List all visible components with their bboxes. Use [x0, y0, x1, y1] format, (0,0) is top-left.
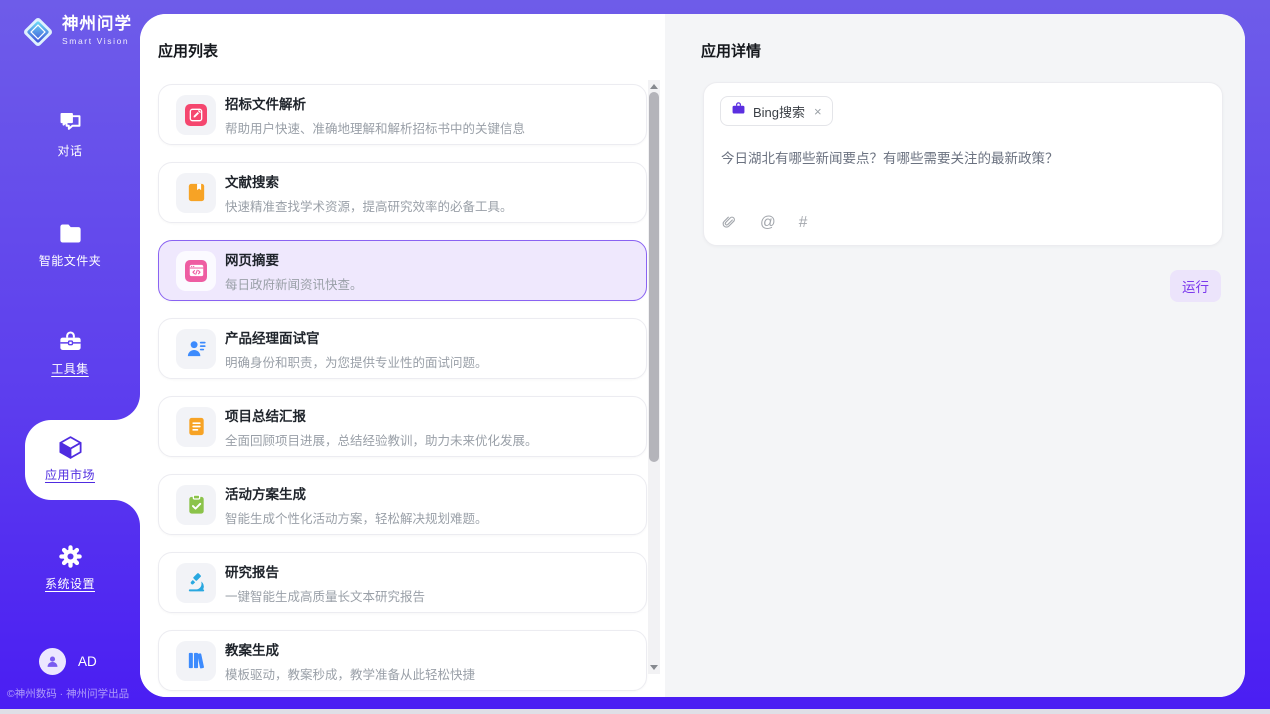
app-card-项目总结汇报[interactable]: 项目总结汇报全面回顾项目进展，总结经验教训，助力未来优化发展。: [158, 396, 647, 457]
app-card-文献搜索[interactable]: 文献搜索快速精准查找学术资源，提高研究效率的必备工具。: [158, 162, 647, 223]
sidebar-item-对话[interactable]: 对话: [0, 110, 140, 160]
sidebar-item-label: 系统设置: [45, 575, 95, 592]
sidebar-item-智能文件夹[interactable]: 智能文件夹: [0, 220, 140, 270]
app-card-description: 一键智能生成高质量长文本研究报告: [225, 586, 425, 605]
query-input[interactable]: 今日湖北有哪些新闻要点？有哪些需要关注的最新政策？: [721, 147, 1206, 167]
app-card-list: 招标文件解析帮助用户快速、准确地理解和解析招标书中的关键信息文献搜索快速精准查找…: [158, 84, 647, 697]
folder-icon: [57, 220, 84, 247]
app-card-title: 研究报告: [225, 561, 425, 581]
app-card-研究报告[interactable]: 研究报告一键智能生成高质量长文本研究报告: [158, 552, 647, 613]
note-icon: [176, 407, 216, 447]
app-card-description: 每日政府新闻资讯快查。: [225, 274, 363, 293]
user-badge[interactable]: AD: [39, 648, 97, 675]
user-initials: AD: [78, 654, 97, 669]
app-card-网页摘要[interactable]: 网页摘要每日政府新闻资讯快查。: [158, 240, 647, 301]
run-button[interactable]: 运行: [1170, 270, 1221, 302]
gear-icon: [57, 543, 84, 570]
app-card-description: 明确身份和职责，为您提供专业性的面试问题。: [225, 352, 488, 371]
app-card-title: 教案生成: [225, 639, 475, 659]
tag-close-icon[interactable]: ×: [814, 105, 822, 118]
app-card-活动方案生成[interactable]: 活动方案生成智能生成个性化活动方案，轻松解决规划难题。: [158, 474, 647, 535]
doc-edit-icon: [176, 95, 216, 135]
app-card-产品经理面试官[interactable]: 产品经理面试官明确身份和职责，为您提供专业性的面试问题。: [158, 318, 647, 379]
browser-code-icon: [176, 251, 216, 291]
list-scrollbar[interactable]: [648, 80, 660, 674]
book-icon: [176, 173, 216, 213]
scroll-up-icon[interactable]: [650, 84, 658, 89]
bottom-edge-strip: [0, 709, 1270, 714]
app-card-description: 智能生成个性化活动方案，轻松解决规划难题。: [225, 508, 488, 527]
app-card-title: 项目总结汇报: [225, 405, 538, 425]
app-list-pane: 应用列表 招标文件解析帮助用户快速、准确地理解和解析招标书中的关键信息文献搜索快…: [140, 14, 665, 697]
app-card-title: 产品经理面试官: [225, 327, 488, 347]
scroll-down-icon[interactable]: [650, 665, 658, 670]
app-card-description: 快速精准查找学术资源，提高研究效率的必备工具。: [225, 196, 513, 215]
app-card-教案生成[interactable]: 教案生成模板驱动，教案秒成，教学准备从此轻松快捷: [158, 630, 647, 691]
composer-toolbar: @#: [721, 214, 807, 231]
app-card-description: 帮助用户快速、准确地理解和解析招标书中的关键信息: [225, 118, 525, 137]
app-detail-title: 应用详情: [701, 40, 761, 61]
tool-tag-bing-search[interactable]: Bing搜索 ×: [720, 96, 833, 126]
brand-logo-diamond-icon: [21, 15, 55, 54]
cube-icon: [57, 434, 84, 461]
copyright: ©神州数码 · 神州问学出品: [7, 686, 140, 701]
sidebar-item-工具集[interactable]: 工具集: [0, 328, 140, 378]
hash-icon[interactable]: #: [799, 215, 808, 231]
app-card-招标文件解析[interactable]: 招标文件解析帮助用户快速、准确地理解和解析招标书中的关键信息: [158, 84, 647, 145]
sidebar-item-系统设置[interactable]: 系统设置: [0, 543, 140, 593]
app-card-title: 文献搜索: [225, 171, 513, 191]
books-icon: [176, 641, 216, 681]
sidebar-item-应用市场[interactable]: 应用市场: [0, 434, 140, 484]
sidebar-item-label: 应用市场: [45, 466, 95, 483]
app-card-description: 全面回顾项目进展，总结经验教训，助力未来优化发展。: [225, 430, 538, 449]
app-card-title: 招标文件解析: [225, 93, 525, 113]
microscope-icon: [176, 563, 216, 603]
sidebar-item-label: 工具集: [51, 360, 89, 377]
avatar: [39, 648, 66, 675]
chat-icon: [57, 110, 84, 137]
brand: 神州问学 Smart Vision: [21, 15, 132, 54]
sidebar-item-label: 智能文件夹: [39, 252, 102, 269]
app-card-title: 网页摘要: [225, 249, 363, 269]
tool-tag-label: Bing搜索: [753, 102, 805, 121]
app-detail-pane: 应用详情 Bing搜索 × 今日湖北有哪些新闻要点？有哪些需要关注的最新政策？ …: [665, 14, 1245, 697]
sidebar: 神州问学 Smart Vision 对话智能文件夹工具集应用市场系统设置 AD …: [0, 0, 140, 714]
paperclip-icon[interactable]: [721, 214, 737, 231]
app-card-title: 活动方案生成: [225, 483, 488, 503]
main-content: 应用列表 招标文件解析帮助用户快速、准确地理解和解析招标书中的关键信息文献搜索快…: [140, 14, 1245, 697]
brand-name: 神州问学: [62, 15, 132, 34]
app-window: 神州问学 Smart Vision 对话智能文件夹工具集应用市场系统设置 AD …: [0, 0, 1270, 714]
briefcase-icon: [731, 101, 746, 121]
scrollbar-thumb[interactable]: [649, 92, 659, 462]
interviewer-icon: [176, 329, 216, 369]
clipboard-check-icon: [176, 485, 216, 525]
app-list-title: 应用列表: [158, 40, 218, 61]
toolbox-icon: [57, 328, 84, 355]
prompt-card: Bing搜索 × 今日湖北有哪些新闻要点？有哪些需要关注的最新政策？ @#: [703, 82, 1223, 246]
app-card-description: 模板驱动，教案秒成，教学准备从此轻松快捷: [225, 664, 475, 683]
sidebar-item-label: 对话: [57, 142, 82, 159]
mention-icon[interactable]: @: [760, 215, 776, 231]
brand-subtitle: Smart Vision: [62, 36, 132, 46]
